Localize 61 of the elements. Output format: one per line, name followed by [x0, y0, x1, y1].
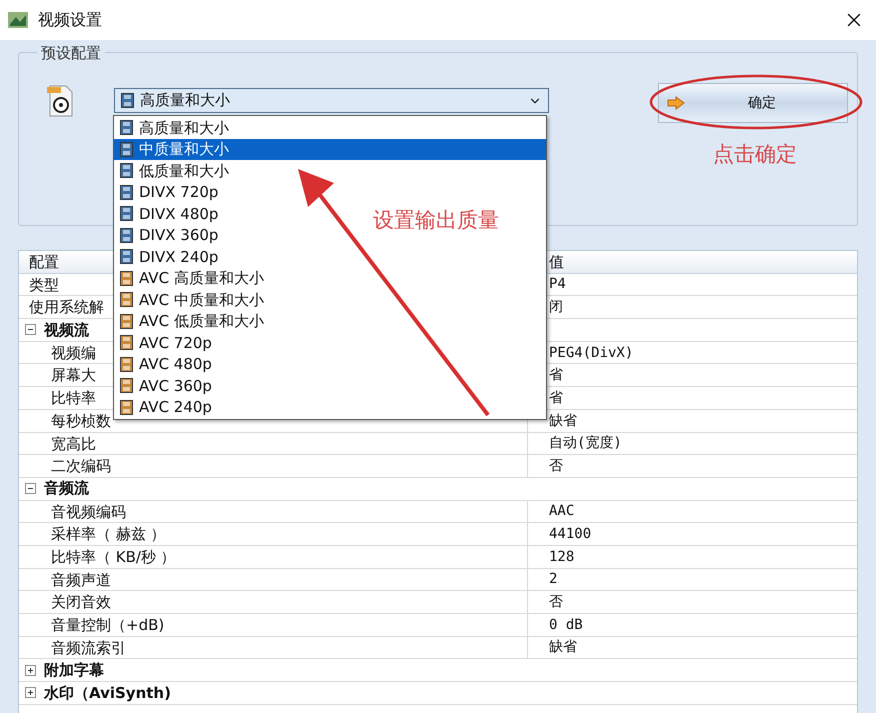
dropdown-item[interactable]: DIVX 480p — [114, 203, 224, 224]
property-name: 比特率（ KB/秒 ） — [51, 546, 176, 568]
app-icon — [8, 12, 28, 28]
dropdown-item[interactable]: AVC 低质量和大小 — [114, 310, 270, 332]
annotation-text: 设置输出质量 — [373, 207, 499, 234]
property-name: 视频编 — [51, 342, 96, 364]
dropdown-item[interactable]: AVC 240p — [114, 396, 218, 418]
column-header[interactable]: 配置 — [29, 251, 59, 274]
dropdown-item[interactable]: 中质量和大小 — [114, 138, 546, 160]
property-name: 比特率 — [51, 388, 96, 410]
property-value: 44100 — [549, 525, 592, 544]
property-value: 否 — [549, 593, 563, 612]
dropdown-item[interactable]: 低质量和大小 — [114, 160, 235, 182]
dropdown-item[interactable]: AVC 高质量和大小 — [114, 268, 270, 289]
dropdown-item[interactable]: AVC 中质量和大小 — [114, 289, 270, 310]
property-value: 自动(宽度) — [549, 434, 622, 454]
property-name: 音视频编码 — [51, 502, 126, 523]
dropdown-item[interactable]: 高质量和大小 — [114, 117, 235, 138]
property-value: 省 — [549, 388, 563, 408]
dropdown-item[interactable]: DIVX 720p — [114, 182, 224, 203]
expand-icon[interactable] — [25, 664, 36, 676]
window-title: 视频设置 — [38, 9, 102, 31]
expand-icon[interactable] — [25, 687, 36, 698]
category-label: 音频流 — [44, 478, 89, 500]
preset-combo[interactable]: 高质量和大小 — [114, 88, 549, 113]
property-value: 否 — [549, 456, 563, 476]
property-value: 缺省 — [549, 412, 577, 431]
dropdown-item[interactable]: DIVX 240p — [114, 246, 224, 268]
property-name: 二次编码 — [51, 456, 111, 478]
column-header[interactable]: 值 — [549, 251, 564, 274]
category-label: 附加字幕 — [44, 660, 104, 681]
collapse-icon[interactable] — [25, 483, 36, 494]
ok-button[interactable]: 确定 — [658, 83, 848, 123]
property-name: 音频声道 — [51, 570, 111, 591]
property-name: 屏幕大 — [51, 365, 96, 386]
property-value: P4 — [549, 275, 566, 294]
property-name: 采样率（ 赫兹 ） — [51, 524, 166, 546]
property-value: 2 — [549, 570, 558, 590]
dropdown-item[interactable]: AVC 720p — [114, 332, 218, 354]
collapse-icon[interactable] — [25, 324, 36, 336]
property-value: AAC — [549, 502, 574, 522]
property-value: 省 — [549, 366, 563, 386]
arrow-right-icon — [667, 96, 685, 110]
property-name: 每秒桢数 — [51, 410, 111, 432]
category-label: 视频流 — [44, 320, 89, 341]
property-value: 缺省 — [549, 638, 577, 658]
property-value: 闭 — [549, 298, 563, 318]
property-name: 宽高比 — [51, 434, 96, 454]
property-value: PEG4(DivX) — [549, 344, 634, 362]
property-name: 音频流索引 — [51, 638, 126, 659]
property-name: 使用系统解 — [29, 297, 104, 318]
property-value: 128 — [549, 548, 574, 567]
dropdown-item[interactable]: DIVX 360p — [114, 224, 224, 246]
annotation-text: 点击确定 — [713, 141, 797, 168]
property-name: 关闭音效 — [51, 592, 111, 614]
dropdown-item[interactable]: AVC 360p — [114, 375, 218, 396]
category-label: 水印（AviSynth) — [44, 682, 171, 704]
property-value: 0 dB — [549, 616, 583, 635]
dropdown-item[interactable]: AVC 480p — [114, 354, 218, 375]
property-name: 类型 — [29, 274, 59, 296]
property-name: 音量控制（+dB) — [51, 615, 164, 636]
